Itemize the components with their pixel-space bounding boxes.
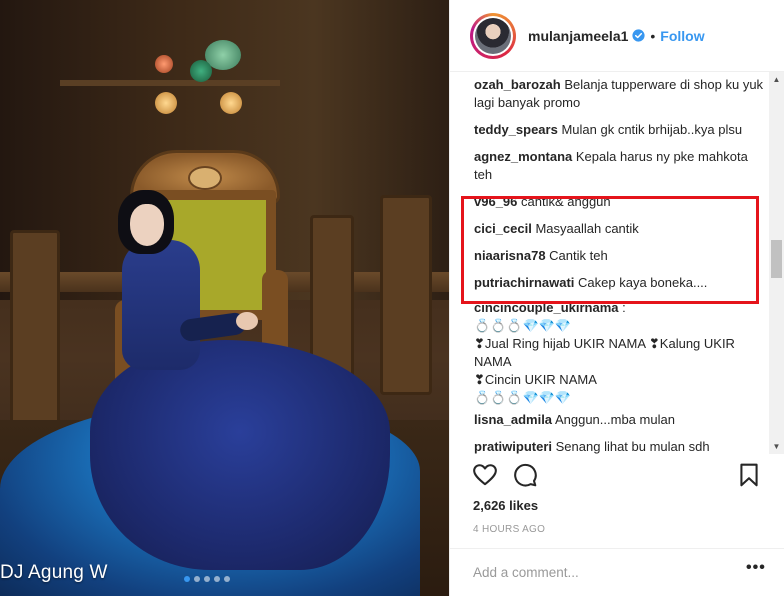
gown-overlay <box>90 340 390 570</box>
comment-text: Cantik teh <box>549 248 608 263</box>
post-actions <box>472 462 762 492</box>
comment-user[interactable]: v96_96 <box>474 194 517 209</box>
comment-text: : <box>622 300 626 315</box>
comment-text: 💍💍💍💎💎💎 <box>474 318 572 333</box>
photo-lamp <box>190 60 212 82</box>
comment-text: Cakep kaya boneka.... <box>578 275 708 290</box>
post-photo[interactable]: DJ Agung W <box>0 0 449 596</box>
photo-lamp <box>155 55 173 73</box>
comment: teddy_spears Mulan gk cntik brhijab..kya… <box>474 117 764 139</box>
comment-text: ❣Jual Ring hijab UKIR NAMA ❣Kalung UKIR … <box>474 336 735 369</box>
photo-chair <box>10 230 60 430</box>
photo-shelf <box>60 80 280 86</box>
photo-lamp <box>155 92 177 114</box>
comment: cincincouple_ukirnama : 💍💍💍💎💎💎 ❣Jual Rin… <box>474 295 764 407</box>
comment-user[interactable]: niaarisna78 <box>474 248 546 263</box>
comment: ozah_barozah Belanja tupperware di shop … <box>474 72 764 112</box>
comment-user[interactable]: ozah_barozah <box>474 77 561 92</box>
post-header: mulanjameela1 • Follow <box>450 0 784 72</box>
comment-text: 💍💍💍💎💎💎 <box>474 390 572 405</box>
scroll-down-arrow-icon[interactable]: ▼ <box>769 439 784 454</box>
comment-text: Mulan gk cntik brhijab..kya plsu <box>561 122 743 137</box>
add-comment-bar: ••• <box>450 548 784 596</box>
comment: putriachirnawati Cakep kaya boneka.... <box>474 270 764 292</box>
photo-chair <box>380 195 432 395</box>
face <box>130 204 164 246</box>
more-options-button[interactable]: ••• <box>746 559 766 577</box>
gown-bodice <box>122 240 200 370</box>
photo-lamp <box>220 92 242 114</box>
comment: v96_96 cantik& anggun <box>474 189 764 211</box>
comment-text: Senang lihat bu mulan sdh <box>555 439 710 454</box>
avatar-image <box>475 17 511 54</box>
carousel-dot[interactable] <box>204 576 210 582</box>
comment-text: Anggun...mba mulan <box>554 412 675 427</box>
avatar[interactable] <box>470 12 516 59</box>
carousel-dot[interactable] <box>224 576 230 582</box>
carousel-dot[interactable] <box>194 576 200 582</box>
heart-icon[interactable] <box>472 462 498 488</box>
carousel-dot[interactable] <box>214 576 220 582</box>
scrollbar-thumb[interactable] <box>771 240 782 278</box>
comment-user[interactable]: agnez_montana <box>474 149 572 164</box>
comment-text: ❣Cincin UKIR NAMA <box>474 372 597 387</box>
comment-input[interactable] <box>473 561 723 583</box>
header-separator: • <box>650 27 656 44</box>
carousel-indicator <box>184 576 230 582</box>
carousel-dot[interactable] <box>184 576 190 582</box>
comment: cici_cecil Masyaallah cantik <box>474 216 764 238</box>
scroll-up-arrow-icon[interactable]: ▲ <box>769 72 784 87</box>
comment: lisna_admila Anggun...mba mulan <box>474 407 764 429</box>
comment: pratiwiputeri Senang lihat bu mulan sdh <box>474 434 764 454</box>
comment-user[interactable]: lisna_admila <box>474 412 552 427</box>
hand <box>236 312 258 330</box>
follow-button[interactable]: Follow <box>660 28 704 44</box>
verified-badge-icon <box>632 29 645 42</box>
throne-crest-emblem <box>188 166 222 190</box>
comment-text: Masyaallah cantik <box>535 221 639 236</box>
photo-watermark: DJ Agung W <box>0 562 108 583</box>
comment: agnez_montana Kepala harus ny pke mahkot… <box>474 144 764 184</box>
post-timestamp[interactable]: 4 HOURS AGO <box>473 524 545 535</box>
comment: niaarisna78 Cantik teh <box>474 243 764 265</box>
comment-user[interactable]: teddy_spears <box>474 122 558 137</box>
bookmark-icon[interactable] <box>736 462 762 488</box>
comments-list: ozah_barozah Belanja tupperware di shop … <box>474 72 764 454</box>
comment-user[interactable]: pratiwiputeri <box>474 439 552 454</box>
comment-user[interactable]: cici_cecil <box>474 221 532 236</box>
username-link[interactable]: mulanjameela1 <box>528 28 628 44</box>
comment-user[interactable]: putriachirnawati <box>474 275 574 290</box>
comments-scrollbar[interactable]: ▲ ▼ <box>769 72 784 454</box>
comment-user[interactable]: cincincouple_ukirnama <box>474 300 619 315</box>
post-details-panel: mulanjameela1 • Follow ozah_barozah Bela… <box>449 0 784 596</box>
comment-bubble-icon[interactable] <box>512 462 538 488</box>
likes-count[interactable]: 2,626 likes <box>473 498 538 513</box>
comment-text: cantik& anggun <box>521 194 611 209</box>
